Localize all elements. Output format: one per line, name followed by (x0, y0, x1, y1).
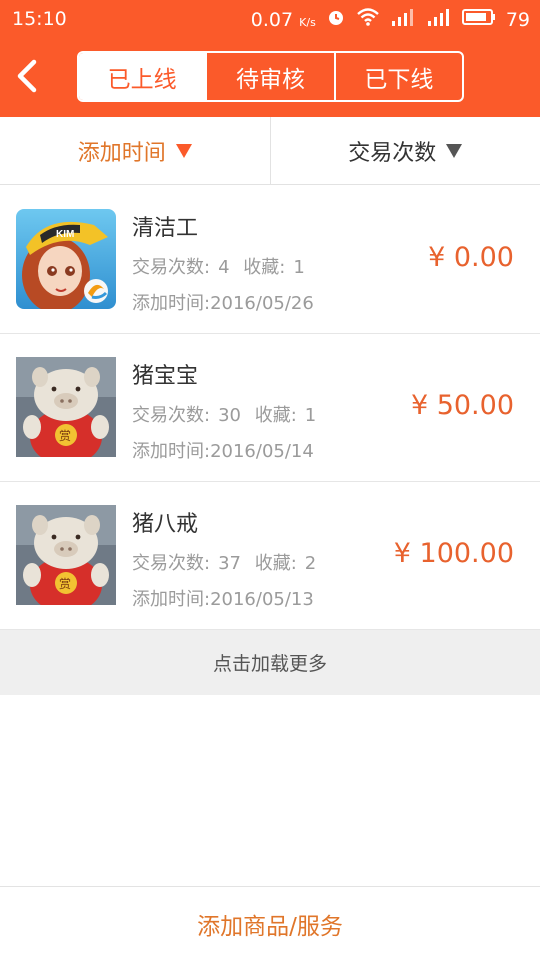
trade-count-label: 交易次数: (132, 553, 211, 574)
add-product-service-button[interactable]: 添加商品/服务 (0, 886, 540, 960)
back-button[interactable] (10, 56, 46, 96)
status-time: 15:10 (12, 8, 67, 30)
favorite-count-value: 2 (304, 553, 317, 574)
status-tabs: 已上线 待审核 已下线 (77, 51, 464, 102)
battery-level: 79 (505, 8, 530, 31)
svg-text:赏: 赏 (59, 577, 71, 591)
item-date-label: 添加时间: (132, 441, 211, 462)
item-stats: 交易次数: 37 收藏: 2 (132, 549, 316, 575)
item-date: 添加时间:2016/05/26 (132, 289, 314, 315)
battery-icon (461, 8, 496, 31)
favorite-count-value: 1 (304, 405, 317, 426)
load-more-button[interactable]: 点击加载更多 (0, 630, 540, 695)
item-date-value: 2016/05/14 (210, 441, 314, 462)
favorite-count: 收藏: 2 (255, 553, 317, 574)
triangle-down-icon (175, 143, 192, 158)
favorite-count-label: 收藏: (254, 405, 297, 426)
sort-by-add-time[interactable]: 添加时间 (0, 117, 270, 184)
net-speed: 0.07 K/s (251, 9, 316, 31)
tab-online[interactable]: 已上线 (79, 53, 206, 100)
item-stats: 交易次数: 4 收藏: 1 (132, 253, 305, 279)
alarm-icon (326, 7, 346, 32)
trade-count-value: 4 (218, 257, 230, 278)
net-speed-unit: K/s (299, 15, 316, 29)
tab-offline[interactable]: 已下线 (333, 53, 462, 100)
wifi-icon (356, 7, 380, 32)
item-date-label: 添加时间: (132, 293, 211, 314)
net-speed-value: 0.07 (250, 8, 294, 31)
header: 已上线 待审核 已下线 (0, 38, 540, 117)
trade-count: 交易次数: 37 (132, 553, 241, 574)
sort-label: 添加时间 (77, 140, 166, 166)
favorite-count: 收藏: 1 (255, 405, 317, 426)
item-name: 猪八戒 (132, 512, 199, 537)
item-price: ¥ 50.00 (410, 390, 514, 421)
favorite-count: 收藏: 1 (243, 257, 305, 278)
product-list: KIM 清洁工 交易次数: 4 收藏: 1 添加时间:2016/05/26 ¥ 0.… (0, 186, 540, 630)
item-price: ¥ 100.00 (393, 538, 514, 569)
item-date: 添加时间:2016/05/13 (132, 585, 314, 611)
back-arrow-icon (17, 59, 37, 93)
svg-text:赏: 赏 (59, 429, 71, 443)
trade-count: 交易次数: 30 (132, 405, 241, 426)
trade-count: 交易次数: 4 (132, 257, 230, 278)
trade-count-label: 交易次数: (132, 257, 211, 278)
item-date: 添加时间:2016/05/14 (132, 437, 314, 463)
status-bar: 15:10 0.07 K/s 79 (0, 0, 540, 38)
list-item[interactable]: KIM 清洁工 交易次数: 4 收藏: 1 添加时间:2016/05/26 ¥ 0.… (0, 186, 540, 334)
signal-icon (426, 7, 452, 32)
favorite-count-value: 1 (293, 257, 305, 278)
list-item[interactable]: 赏 猪宝宝 交易次数: 30 收藏: 1 添加时间:2016/05/14 ¥ 50.… (0, 334, 540, 482)
favorite-count-label: 收藏: (254, 553, 297, 574)
triangle-down-icon (446, 143, 463, 158)
svg-text:KIM: KIM (56, 229, 74, 240)
status-icons: 0.07 K/s 79 (251, 7, 530, 32)
sort-by-trade-count[interactable]: 交易次数 (269, 117, 540, 184)
item-date-value: 2016/05/26 (210, 293, 314, 314)
sort-bar: 添加时间 交易次数 (0, 117, 540, 185)
trade-count-value: 37 (218, 553, 241, 574)
plush-pig-thumbnail: 赏 (16, 357, 116, 457)
trade-count-value: 30 (218, 405, 241, 426)
item-price: ¥ 0.00 (428, 242, 514, 273)
item-name: 猪宝宝 (132, 364, 199, 389)
favorite-count-label: 收藏: (243, 257, 286, 278)
trade-count-label: 交易次数: (132, 405, 211, 426)
list-item[interactable]: 赏 猪八戒 交易次数: 37 收藏: 2 添加时间:2016/05/13 ¥ 100… (0, 482, 540, 630)
game-character-thumbnail: KIM (16, 209, 116, 309)
tab-pending-review[interactable]: 待审核 (205, 53, 333, 100)
item-stats: 交易次数: 30 收藏: 1 (132, 401, 316, 427)
sort-label: 交易次数 (348, 140, 437, 166)
signal-3g-icon (390, 7, 416, 32)
item-date-label: 添加时间: (132, 589, 211, 610)
item-name: 清洁工 (132, 216, 199, 241)
item-date-value: 2016/05/13 (210, 589, 314, 610)
plush-pig-thumbnail: 赏 (16, 505, 116, 605)
